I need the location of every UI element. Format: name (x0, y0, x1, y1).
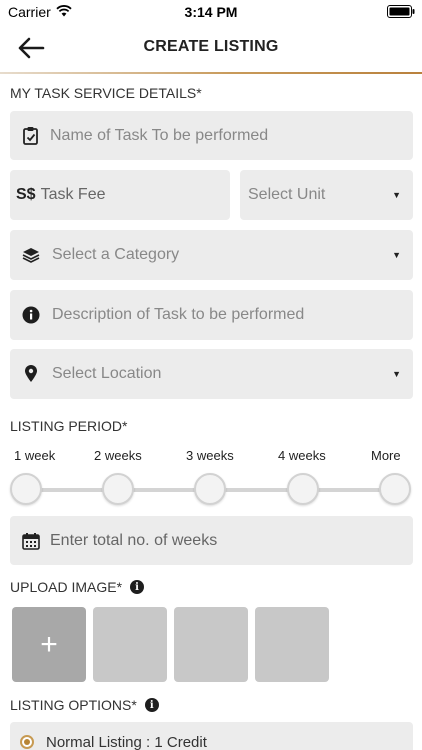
period-label-1-week: 1 week (14, 448, 56, 463)
info-icon[interactable]: i (144, 698, 159, 712)
period-label-more: More (371, 448, 401, 463)
category-select-placeholder: Select a Category (52, 246, 180, 263)
location-select[interactable]: Select Location ▼ (10, 349, 413, 399)
upload-image-label-text: UPLOAD IMAGE* (10, 579, 123, 595)
unit-select-placeholder: Select Unit (248, 186, 326, 203)
nav-bar: CREATE LISTING (0, 24, 422, 72)
period-label-2-weeks: 2 weeks (94, 448, 142, 463)
weeks-input[interactable]: Enter total no. of weeks (10, 516, 413, 565)
page-title: CREATE LISTING (143, 38, 279, 55)
battery-icon (387, 5, 415, 21)
task-details-label: MY TASK SERVICE DETAILS* (10, 85, 202, 101)
info-icon (20, 306, 42, 324)
upload-image-label: UPLOAD IMAGE* i (10, 579, 145, 595)
chevron-down-icon: ▼ (392, 250, 401, 260)
period-slider-stop-2[interactable] (102, 473, 134, 505)
layers-icon (20, 247, 42, 263)
description-placeholder: Description of Task to be performed (52, 306, 305, 323)
nav-divider (0, 72, 422, 74)
period-slider-stop-more[interactable] (379, 473, 411, 505)
listing-period-label: LISTING PERIOD* (10, 418, 127, 434)
task-details-label-text: MY TASK SERVICE DETAILS* (10, 85, 202, 101)
task-fee-field[interactable]: S$ Task Fee (10, 170, 230, 220)
chevron-down-icon: ▼ (392, 369, 401, 379)
status-bar: Carrier 3:14 PM (0, 0, 422, 24)
image-slot-3[interactable] (174, 607, 248, 682)
weeks-input-placeholder: Enter total no. of weeks (50, 531, 218, 549)
add-image-button[interactable]: + (12, 607, 86, 682)
normal-listing-label: Normal Listing : 1 Credit (46, 733, 207, 750)
category-select[interactable]: Select a Category ▼ (10, 230, 413, 280)
period-slider-stop-4[interactable] (287, 473, 319, 505)
clipboard-icon (20, 126, 42, 146)
chevron-down-icon: ▼ (392, 190, 401, 200)
plus-icon: + (40, 627, 58, 661)
period-label-4-weeks: 4 weeks (278, 448, 326, 463)
location-select-placeholder: Select Location (52, 365, 162, 382)
info-icon[interactable]: i (130, 580, 145, 594)
listing-options-label-text: LISTING OPTIONS* (10, 697, 137, 713)
image-slot-4[interactable] (255, 607, 329, 682)
task-name-field[interactable]: Name of Task To be performed (10, 111, 413, 160)
image-slot-2[interactable] (93, 607, 167, 682)
listing-options-label: LISTING OPTIONS* i (10, 697, 159, 713)
normal-listing-option[interactable]: Normal Listing : 1 Credit (10, 722, 413, 750)
period-slider-stop-1[interactable] (10, 473, 42, 505)
clock: 3:14 PM (184, 4, 238, 20)
calendar-icon (20, 532, 42, 550)
unit-select[interactable]: Select Unit ▼ (240, 170, 413, 220)
period-label-3-weeks: 3 weeks (186, 448, 234, 463)
task-fee-placeholder: Task Fee (40, 186, 106, 203)
currency-icon: S$ (16, 186, 36, 203)
description-field[interactable]: Description of Task to be performed (10, 290, 413, 340)
task-name-placeholder: Name of Task To be performed (50, 126, 269, 144)
radio-selected-icon[interactable] (20, 735, 34, 749)
map-pin-icon (20, 365, 42, 383)
listing-period-label-text: LISTING PERIOD* (10, 418, 128, 434)
period-slider-stop-3[interactable] (194, 473, 226, 505)
